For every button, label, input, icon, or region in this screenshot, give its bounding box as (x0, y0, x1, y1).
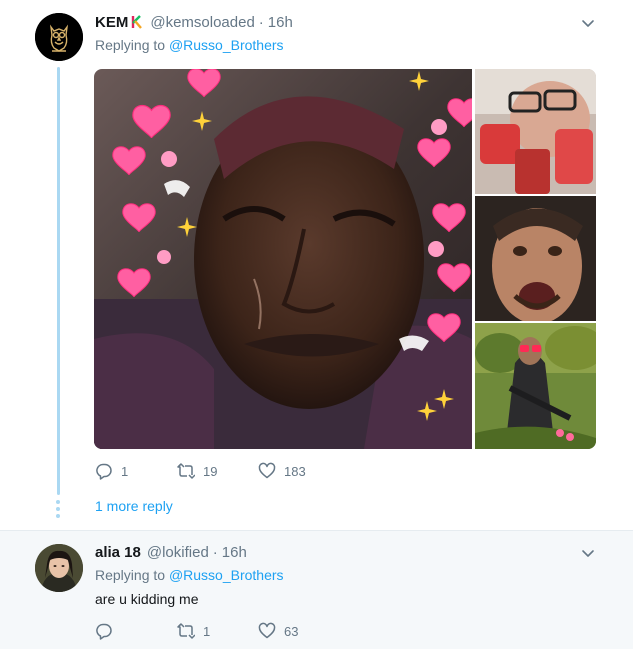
media-image-middle-right[interactable] (475, 196, 596, 321)
replying-to: Replying to @Russo_Brothers (95, 567, 284, 583)
reply-icon (96, 623, 112, 640)
replying-prefix: Replying to (95, 567, 169, 583)
retweet-icon (177, 623, 195, 639)
retweet-action[interactable]: 1 (177, 622, 210, 640)
reply-count: 1 (121, 463, 129, 479)
media-image-bottom-right[interactable] (475, 323, 596, 449)
replying-to: Replying to @Russo_Brothers (95, 37, 284, 53)
display-name[interactable]: KEM (95, 14, 128, 31)
tweet-text: are u kidding me (95, 591, 199, 607)
media-grid[interactable] (94, 69, 596, 449)
replying-to-link[interactable]: @Russo_Brothers (169, 567, 284, 583)
tweet-actions: 1 19 183 (95, 462, 335, 482)
retweet-action[interactable]: 19 (177, 462, 217, 480)
timestamp[interactable]: 16h (222, 544, 247, 561)
retweet-count: 1 (203, 623, 211, 639)
display-name[interactable]: alia 18 (95, 544, 141, 561)
thread-line (57, 67, 60, 495)
retweet-count: 19 (203, 463, 218, 479)
reply-icon (96, 463, 112, 480)
media-image-main[interactable] (94, 69, 472, 449)
profile-photo (35, 544, 83, 592)
tweet-header: alia 18 @lokified · 16h (95, 542, 247, 562)
retweet-icon (177, 463, 195, 479)
user-handle[interactable]: @lokified (147, 544, 209, 561)
heart-icon (258, 462, 276, 479)
replying-prefix: Replying to (95, 37, 169, 53)
k-emoji-icon (132, 15, 143, 29)
like-action[interactable]: 183 (258, 462, 306, 480)
reply-action[interactable]: 1 (95, 462, 128, 480)
tweet-1[interactable]: KEM @kemsoloaded · 16h Replying to @Russ… (0, 0, 633, 530)
tweet-actions: 1 63 (95, 622, 335, 642)
heart-icon (258, 622, 276, 639)
avatar[interactable] (35, 544, 83, 592)
reply-action[interactable] (95, 622, 121, 640)
separator-dot: · (258, 13, 264, 31)
more-replies-link[interactable]: 1 more reply (95, 498, 173, 514)
replying-to-link[interactable]: @Russo_Brothers (169, 37, 284, 53)
chevron-down-icon[interactable] (580, 15, 596, 31)
like-count: 183 (284, 463, 306, 479)
user-handle[interactable]: @kemsoloaded (150, 14, 254, 31)
owl-logo-icon (35, 13, 83, 61)
timestamp[interactable]: 16h (268, 14, 293, 31)
tweet-2[interactable]: alia 18 @lokified · 16h Replying to @Rus… (0, 531, 633, 649)
like-count: 63 (284, 623, 299, 639)
chevron-down-icon[interactable] (580, 545, 596, 561)
like-action[interactable]: 63 (258, 622, 298, 640)
avatar[interactable] (35, 13, 83, 61)
separator-dot: · (212, 543, 218, 561)
media-image-top-right[interactable] (475, 69, 596, 194)
tweet-header: KEM @kemsoloaded · 16h (95, 12, 293, 32)
thread-dots (56, 500, 61, 518)
